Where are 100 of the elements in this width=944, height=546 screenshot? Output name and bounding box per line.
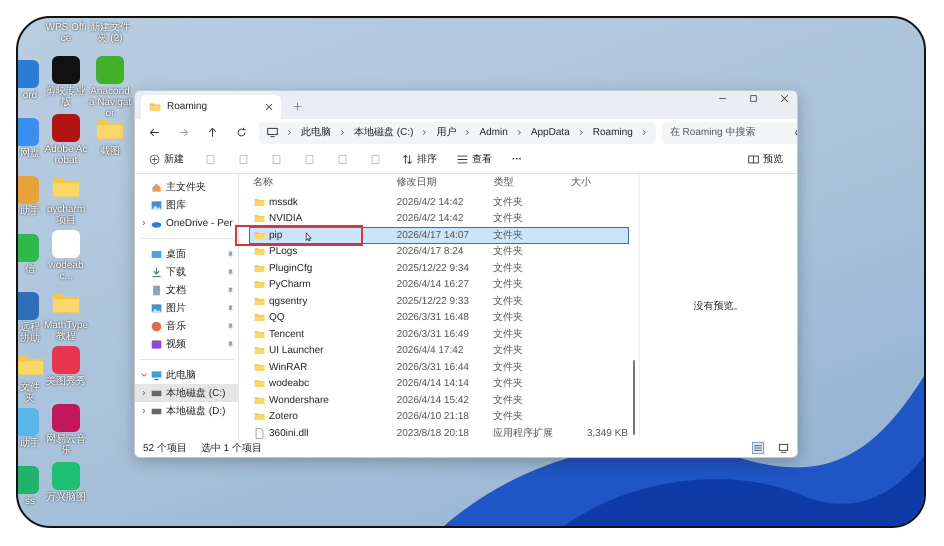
chevron-icon	[339, 129, 346, 136]
up-arrow-icon	[207, 127, 218, 138]
file-row[interactable]: PluginCfg 2025/12/22 9:34 文件夹	[249, 260, 629, 277]
file-row[interactable]: NVIDIA 2026/4/2 14:42 文件夹	[249, 210, 629, 228]
file-type: 文件夹	[493, 410, 524, 424]
details-view-icon	[752, 442, 764, 454]
folder-icon	[254, 246, 265, 258]
home-icon	[151, 182, 162, 193]
doc-icon	[151, 284, 162, 296]
file-name: PyCharm	[269, 278, 311, 292]
file-date: 2025/12/22 9:34	[396, 262, 470, 276]
file-name: Wondershare	[269, 394, 329, 408]
folder-icon	[254, 328, 265, 340]
music-icon	[151, 320, 162, 332]
nav-item[interactable]: 本地磁盘 (C:)	[135, 384, 238, 402]
search-field[interactable]: 在 Roaming 中搜索	[662, 122, 797, 144]
file-name: PLogs	[269, 245, 298, 260]
nav-item[interactable]: 此电脑	[135, 366, 238, 384]
nav-item[interactable]: 文档	[135, 281, 238, 300]
pc-icon	[151, 370, 162, 381]
breadcrumb-item[interactable]: Admin	[479, 125, 508, 140]
breadcrumb-item[interactable]: 用户	[436, 125, 456, 140]
tiles-view-icon	[778, 442, 789, 454]
file-type: 文件夹	[493, 294, 524, 309]
folder-icon	[254, 279, 265, 290]
new-button[interactable]: 新建	[145, 150, 188, 170]
file-name: mssdk	[269, 196, 298, 210]
folder-icon	[254, 296, 265, 307]
scrollbar-thumb[interactable]	[633, 360, 635, 436]
view-button[interactable]: 查看	[453, 150, 496, 170]
file-type: 文件夹	[493, 394, 524, 408]
file-row[interactable]: Wondershare 2026/4/14 15:42 文件夹	[249, 392, 629, 409]
file-date: 2026/4/2 14:42	[396, 196, 464, 210]
file-type: 文件夹	[493, 212, 524, 226]
more-button[interactable]: ···	[508, 150, 526, 170]
file-row[interactable]: 360ini.dll 2023/8/18 20:18 应用程序扩展 3,349 KB	[249, 425, 629, 442]
nav-item[interactable]: 桌面	[135, 245, 238, 264]
tab-title: Roaming	[167, 100, 208, 114]
gallery-icon	[151, 200, 162, 211]
breadcrumb-item[interactable]: 此电脑	[301, 125, 331, 140]
nav-item[interactable]: 图片	[135, 299, 238, 318]
selected-file-row[interactable]: pip 2026/4/17 14:07 文件夹	[249, 227, 629, 244]
folder-icon	[254, 378, 265, 390]
file-date: 2026/3/31 16:49	[396, 328, 470, 342]
file-row[interactable]: wodeabc 2026/4/14 14:14 文件夹	[249, 376, 629, 392]
monitor-icon	[267, 127, 278, 138]
nav-item[interactable]: 本地磁盘 (D:)	[135, 402, 238, 420]
file-row[interactable]: QQ 2026/3/31 16:48 文件夹	[249, 310, 629, 326]
file-name: NVIDIA	[269, 212, 302, 226]
file-row[interactable]: Zotero 2026/4/10 21:18 文件夹	[249, 408, 629, 426]
column-header[interactable]: 修改日期	[396, 174, 494, 190]
file-row[interactable]: WinRAR 2026/3/31 16:44 文件夹	[249, 359, 629, 376]
file-date: 2026/4/2 14:42	[396, 212, 464, 226]
file-date: 2026/4/4 17:42	[396, 344, 464, 358]
column-header[interactable]: 大小	[570, 174, 629, 190]
file-date: 2026/4/17 14:07	[396, 228, 470, 243]
file-name: WinRAR	[269, 360, 308, 375]
nav-item[interactable]: OneDrive - Per	[135, 214, 238, 232]
file-date: 2026/4/14 16:27	[396, 278, 470, 292]
close-icon	[265, 102, 273, 111]
app-icon[interactable]	[52, 56, 80, 84]
nav-item[interactable]: 音乐	[135, 317, 238, 336]
breadcrumb-item[interactable]: 本地磁盘 (C:)	[354, 125, 414, 140]
file-name: qgsentry	[269, 294, 308, 309]
breadcrumb-item[interactable]: Roaming	[592, 125, 633, 140]
chevron-right-icon	[141, 220, 147, 226]
column-header[interactable]: 名称	[249, 174, 396, 190]
nav-item[interactable]: 视频	[135, 335, 238, 354]
file-date: 2026/4/14 14:14	[396, 377, 470, 392]
file-name: PluginCfg	[269, 262, 312, 276]
file-row[interactable]: qgsentry 2025/12/22 9:33 文件夹	[249, 293, 629, 310]
file-row[interactable]: PyCharm 2026/4/14 16:27 文件夹	[249, 276, 629, 294]
folder-icon	[254, 312, 265, 324]
preview-button[interactable]: 预览	[744, 150, 787, 170]
nav-item[interactable]: 下载	[135, 263, 238, 282]
file-date: 2026/3/31 16:44	[396, 360, 470, 375]
nav-item[interactable]: 主文件夹	[135, 178, 238, 196]
back-arrow-icon	[149, 127, 160, 138]
window-tab[interactable]: Roaming	[141, 94, 281, 119]
file-type: 文件夹	[493, 310, 524, 326]
file-type: 应用程序扩展	[493, 426, 554, 441]
file-row[interactable]: UI Launcher 2026/4/4 17:42 文件夹	[249, 342, 629, 360]
file-row[interactable]: mssdk 2026/4/2 14:42 文件夹	[249, 194, 629, 211]
plus-circle-icon	[149, 154, 160, 166]
chevron-icon	[464, 129, 472, 136]
file-name: Zotero	[269, 410, 298, 424]
folder-icon	[254, 196, 265, 208]
column-header[interactable]: 类型	[493, 174, 571, 190]
sort-button[interactable]: 排序	[398, 150, 441, 170]
breadcrumb-item[interactable]: AppData	[530, 125, 570, 140]
file-date: 2026/4/10 21:18	[396, 410, 470, 424]
item-count: 52 个项目	[143, 442, 187, 456]
chevron-icon	[578, 129, 585, 136]
file-type: 文件夹	[493, 360, 524, 375]
file-row[interactable]: Tencent 2026/3/31 16:49 文件夹	[249, 326, 629, 343]
video-icon	[151, 338, 162, 350]
chevron-icon	[640, 129, 648, 136]
file-row[interactable]: PLogs 2026/4/17 8:24 文件夹	[249, 244, 629, 260]
panel-icon	[748, 154, 759, 166]
nav-item[interactable]: 图库	[135, 196, 238, 214]
